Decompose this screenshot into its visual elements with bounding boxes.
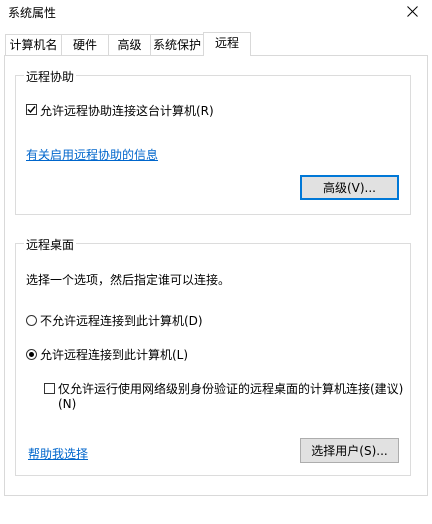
tab-system-protection[interactable]: 系统保护 (150, 34, 204, 55)
disallow-remote-radio[interactable] (26, 315, 37, 326)
tab-panel: 远程协助 允许远程协助连接这台计算机(R) 有关启用远程协助的信息 高级(V).… (4, 55, 428, 496)
help-me-choose-link[interactable]: 帮助我选择 (28, 445, 88, 462)
check-icon (27, 106, 36, 114)
remote-assistance-title: 远程协助 (24, 68, 77, 85)
nla-label-line1[interactable]: 仅允许运行使用网络级别身份验证的远程桌面的计算机连接(建议) (58, 380, 403, 397)
remote-desktop-group: 远程桌面 选择一个选项，然后指定谁可以连接。 不允许远程连接到此计算机(D) 允… (15, 236, 411, 476)
disallow-remote-label[interactable]: 不允许远程连接到此计算机(D) (40, 312, 203, 329)
tab-hardware[interactable]: 硬件 (61, 34, 109, 55)
allow-remote-label[interactable]: 允许远程连接到此计算机(L) (40, 346, 188, 363)
close-icon (406, 5, 418, 17)
allow-remote-assistance-checkbox[interactable] (26, 104, 37, 115)
nla-label-line2[interactable]: (N) (58, 397, 76, 411)
window-title: 系统属性 (8, 6, 57, 20)
tab-remote[interactable]: 远程 (203, 32, 251, 56)
advanced-button[interactable]: 高级(V)... (300, 175, 399, 200)
close-button[interactable] (400, 0, 424, 22)
tab-computer-name[interactable]: 计算机名 (5, 34, 62, 55)
radio-selected-dot (29, 352, 34, 357)
remote-desktop-instruction: 选择一个选项，然后指定谁可以连接。 (26, 273, 231, 287)
nla-checkbox[interactable] (44, 383, 55, 394)
tab-strip: 计算机名 硬件 高级 系统保护 远程 (5, 32, 429, 56)
select-users-button[interactable]: 选择用户(S)... (300, 438, 399, 463)
allow-remote-assistance-label[interactable]: 允许远程协助连接这台计算机(R) (40, 102, 214, 119)
remote-desktop-title: 远程桌面 (24, 236, 77, 253)
remote-assistance-info-link[interactable]: 有关启用远程协助的信息 (26, 146, 158, 163)
tab-advanced[interactable]: 高级 (108, 34, 151, 55)
remote-assistance-group: 远程协助 允许远程协助连接这台计算机(R) 有关启用远程协助的信息 高级(V).… (15, 68, 411, 215)
system-properties-window: 系统属性 计算机名 硬件 高级 系统保护 远程 远程协助 允许远程协助连接这台计… (0, 0, 432, 524)
allow-remote-radio[interactable] (26, 349, 37, 360)
